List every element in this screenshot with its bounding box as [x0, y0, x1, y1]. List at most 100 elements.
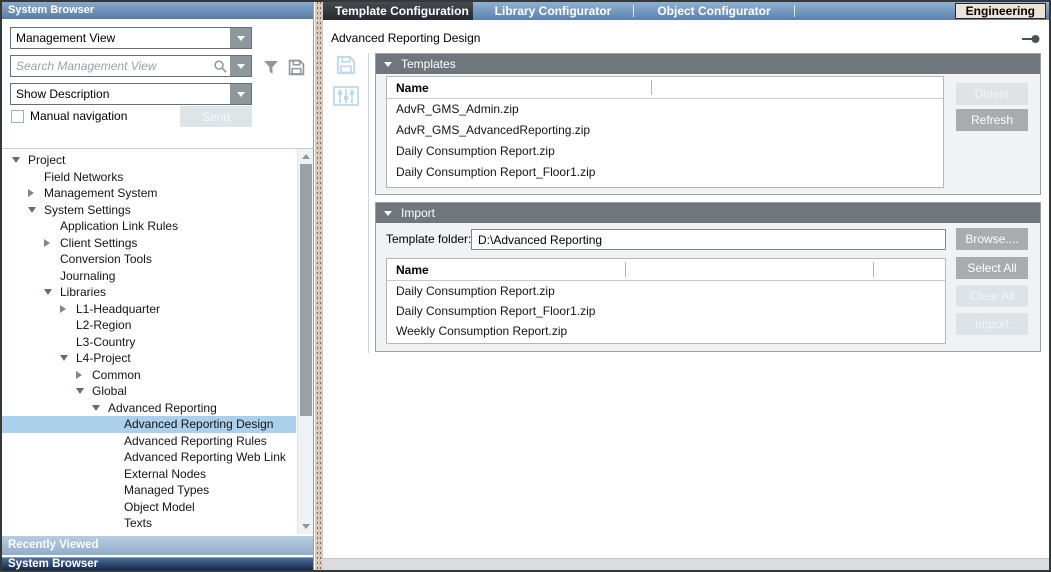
column-divider[interactable] [625, 262, 626, 277]
column-divider[interactable] [873, 262, 874, 277]
recently-viewed-bar[interactable]: Recently Viewed [2, 536, 313, 555]
tree-expanded-icon[interactable] [12, 157, 28, 163]
associations-icon[interactable] [333, 86, 359, 106]
tree-item[interactable]: Advanced Reporting Web Link [2, 449, 296, 466]
bottom-edge-strip [323, 558, 1051, 570]
table-row[interactable]: Daily Consumption Report_Floor1.zip [387, 162, 943, 183]
table-row[interactable]: AdvR_GMS_AdvancedReporting.zip [387, 120, 943, 141]
tree-item-label: L3-Country [76, 335, 135, 349]
tree-item-label: Libraries [60, 285, 106, 299]
tree-item[interactable]: System Settings [2, 202, 296, 219]
name-column-header[interactable]: Name [396, 263, 429, 277]
table-row[interactable]: Daily Consumption Report.zip [387, 281, 945, 301]
tab-library-configurator[interactable]: Library Configurator [473, 2, 633, 20]
clear-all-button[interactable]: Clear All [956, 285, 1028, 307]
column-divider[interactable] [651, 80, 652, 95]
refresh-button[interactable]: Refresh [956, 109, 1028, 131]
tree-item[interactable]: Advanced Reporting Design [2, 416, 296, 433]
tree-item-label: Conversion Tools [60, 252, 152, 266]
tree-item[interactable]: L1-Headquarter [2, 301, 296, 318]
scrollbar-thumb[interactable] [300, 164, 312, 416]
work-area-panel: Template ConfigurationLibrary Configurat… [323, 2, 1051, 570]
tree-collapsed-icon[interactable] [76, 371, 92, 379]
table-row[interactable]: Daily Consumption Report_Floor1.zip [387, 301, 945, 321]
section-title: Import [401, 206, 435, 220]
tree-item-label: Advanced Reporting Design [124, 417, 273, 431]
pin-icon[interactable] [1021, 32, 1041, 50]
table-row[interactable]: Daily Consumption Report.zip [387, 141, 943, 162]
tree-item[interactable]: Libraries [2, 284, 296, 301]
tree-item[interactable]: L3-Country [2, 334, 296, 351]
tree-item[interactable]: Advanced Reporting [2, 400, 296, 417]
tree-collapsed-icon[interactable] [44, 239, 60, 247]
tree-item[interactable]: Object Model [2, 499, 296, 516]
import-button[interactable]: Import [956, 313, 1028, 335]
tree-item[interactable]: Management System [2, 185, 296, 202]
table-row[interactable]: AdvR_GMS_Admin.zip [387, 99, 943, 120]
select-all-button[interactable]: Select All [956, 257, 1028, 279]
search-input[interactable] [11, 58, 213, 74]
tree-item-label: Texts [124, 516, 152, 530]
description-selector-dropdown[interactable]: Show Description [10, 83, 252, 105]
tree-item[interactable]: Conversion Tools [2, 251, 296, 268]
tab-object-configurator[interactable]: Object Configurator [634, 2, 794, 20]
chevron-down-icon[interactable] [230, 84, 251, 104]
tree-item[interactable]: Global [2, 383, 296, 400]
filter-funnel-icon[interactable] [261, 57, 281, 77]
view-selector-dropdown[interactable]: Management View [10, 27, 252, 49]
tree-item[interactable]: Common [2, 367, 296, 384]
search-icon[interactable] [213, 59, 230, 74]
tree-collapsed-icon[interactable] [28, 189, 44, 197]
tree-item[interactable]: Client Settings [2, 235, 296, 252]
collapse-arrow-icon[interactable] [384, 62, 392, 67]
delete-button[interactable]: Delete [956, 83, 1028, 105]
tree-expanded-icon[interactable] [76, 388, 92, 394]
collapse-arrow-icon[interactable] [384, 211, 392, 216]
tree-collapsed-icon[interactable] [60, 305, 76, 313]
tab-engineering[interactable]: Engineering [955, 3, 1046, 19]
browse-button[interactable]: Browse.... [956, 228, 1028, 250]
scroll-down-icon[interactable] [302, 524, 310, 529]
tree-expanded-icon[interactable] [44, 289, 60, 295]
search-box [10, 55, 252, 77]
send-button[interactable]: Send [180, 106, 252, 127]
chevron-down-icon[interactable] [230, 56, 251, 76]
table-body: AdvR_GMS_Admin.zipAdvR_GMS_AdvancedRepor… [387, 99, 943, 183]
table-row[interactable]: Weekly Consumption Report.zip [387, 321, 945, 341]
templates-section-header[interactable]: Templates [376, 54, 1040, 74]
tree-expanded-icon[interactable] [92, 405, 108, 411]
tree-item[interactable]: Field Networks [2, 169, 296, 186]
template-folder-input[interactable] [471, 229, 946, 250]
tree-item[interactable]: L4-Project [2, 350, 296, 367]
template-folder-label: Template folder: [386, 232, 471, 246]
tree-item[interactable]: Application Link Rules [2, 218, 296, 235]
name-column-header[interactable]: Name [396, 81, 429, 95]
tree-item[interactable]: Managed Types [2, 482, 296, 499]
tree-item-label: Field Networks [44, 170, 123, 184]
panel-splitter[interactable] [315, 2, 323, 570]
scroll-up-icon[interactable] [302, 154, 310, 159]
table-header: Name [387, 259, 945, 281]
tab-template-configuration[interactable]: Template Configuration [323, 2, 473, 20]
tree-item[interactable]: Project [2, 152, 296, 169]
manual-navigation-checkbox[interactable] [11, 110, 24, 123]
tree-item[interactable]: Journaling [2, 268, 296, 285]
tree-item-label: Advanced Reporting Web Link [124, 450, 286, 464]
save-icon[interactable] [335, 54, 357, 76]
tree-item[interactable]: L2-Region [2, 317, 296, 334]
tree-item[interactable]: External Nodes [2, 466, 296, 483]
system-browser-bottom-bar[interactable]: System Browser [2, 557, 313, 570]
tree-item[interactable]: Advanced Reporting Rules [2, 433, 296, 450]
tree-expanded-icon[interactable] [60, 355, 76, 361]
tree-expanded-icon[interactable] [28, 207, 44, 213]
tree-scrollbar[interactable] [297, 149, 313, 534]
tab-strip: Template ConfigurationLibrary Configurat… [323, 2, 1051, 20]
import-table: Name Daily Consumption Report.zipDaily C… [386, 258, 946, 344]
page-title: Advanced Reporting Design [331, 31, 480, 45]
save-icon[interactable] [286, 57, 306, 77]
tree-item[interactable]: Texts [2, 515, 296, 532]
chevron-down-icon[interactable] [230, 28, 251, 48]
import-section-header[interactable]: Import [376, 203, 1040, 223]
tree-item-label: Managed Types [124, 483, 209, 497]
tree-item-label: Project [28, 153, 65, 167]
